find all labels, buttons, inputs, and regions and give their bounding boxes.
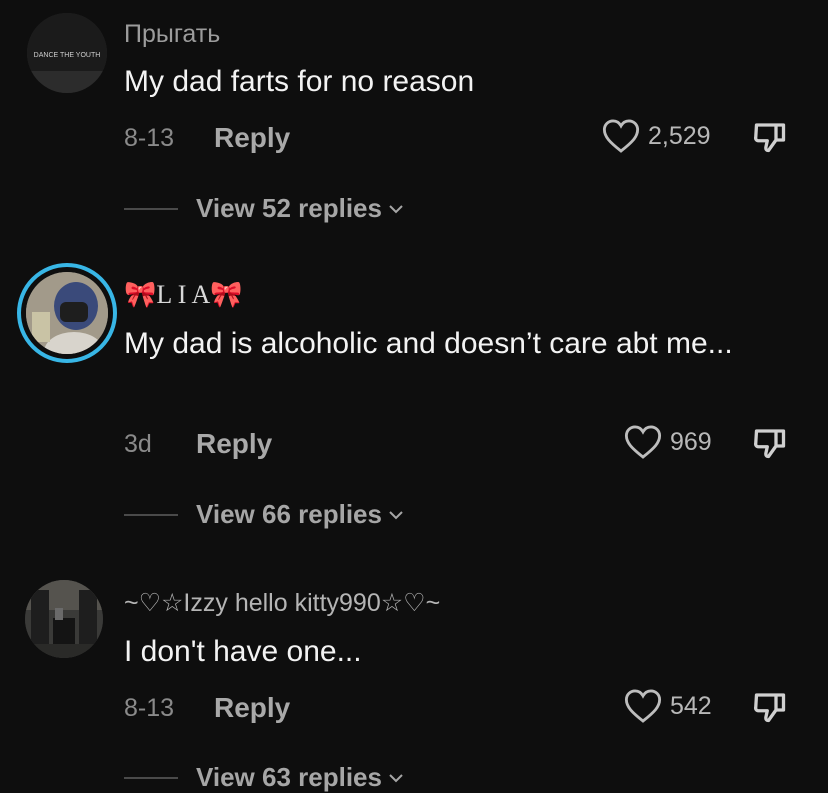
comment-text: I don't have one... [124, 635, 362, 668]
dislike-button[interactable] [752, 689, 788, 730]
chevron-down-icon [389, 773, 403, 782]
comment-date: 8-13 [124, 694, 175, 722]
view-replies-label: View 63 replies [196, 762, 382, 792]
thumbs-down-icon [754, 693, 786, 723]
avatar[interactable] [25, 580, 103, 658]
view-replies-button[interactable]: View 63 replies [124, 762, 404, 793]
username[interactable]: ~♡☆Izzy hello kitty990☆♡~ [124, 588, 440, 618]
avatar-image [25, 580, 103, 658]
like-button[interactable]: 542 [624, 688, 712, 724]
divider-line [124, 776, 178, 779]
like-count: 542 [670, 691, 712, 720]
comment-3: ~♡☆Izzy hello kitty990☆♡~ I don't have o… [0, 0, 828, 792]
reply-button[interactable]: Reply [214, 692, 290, 724]
heart-icon [624, 689, 662, 723]
